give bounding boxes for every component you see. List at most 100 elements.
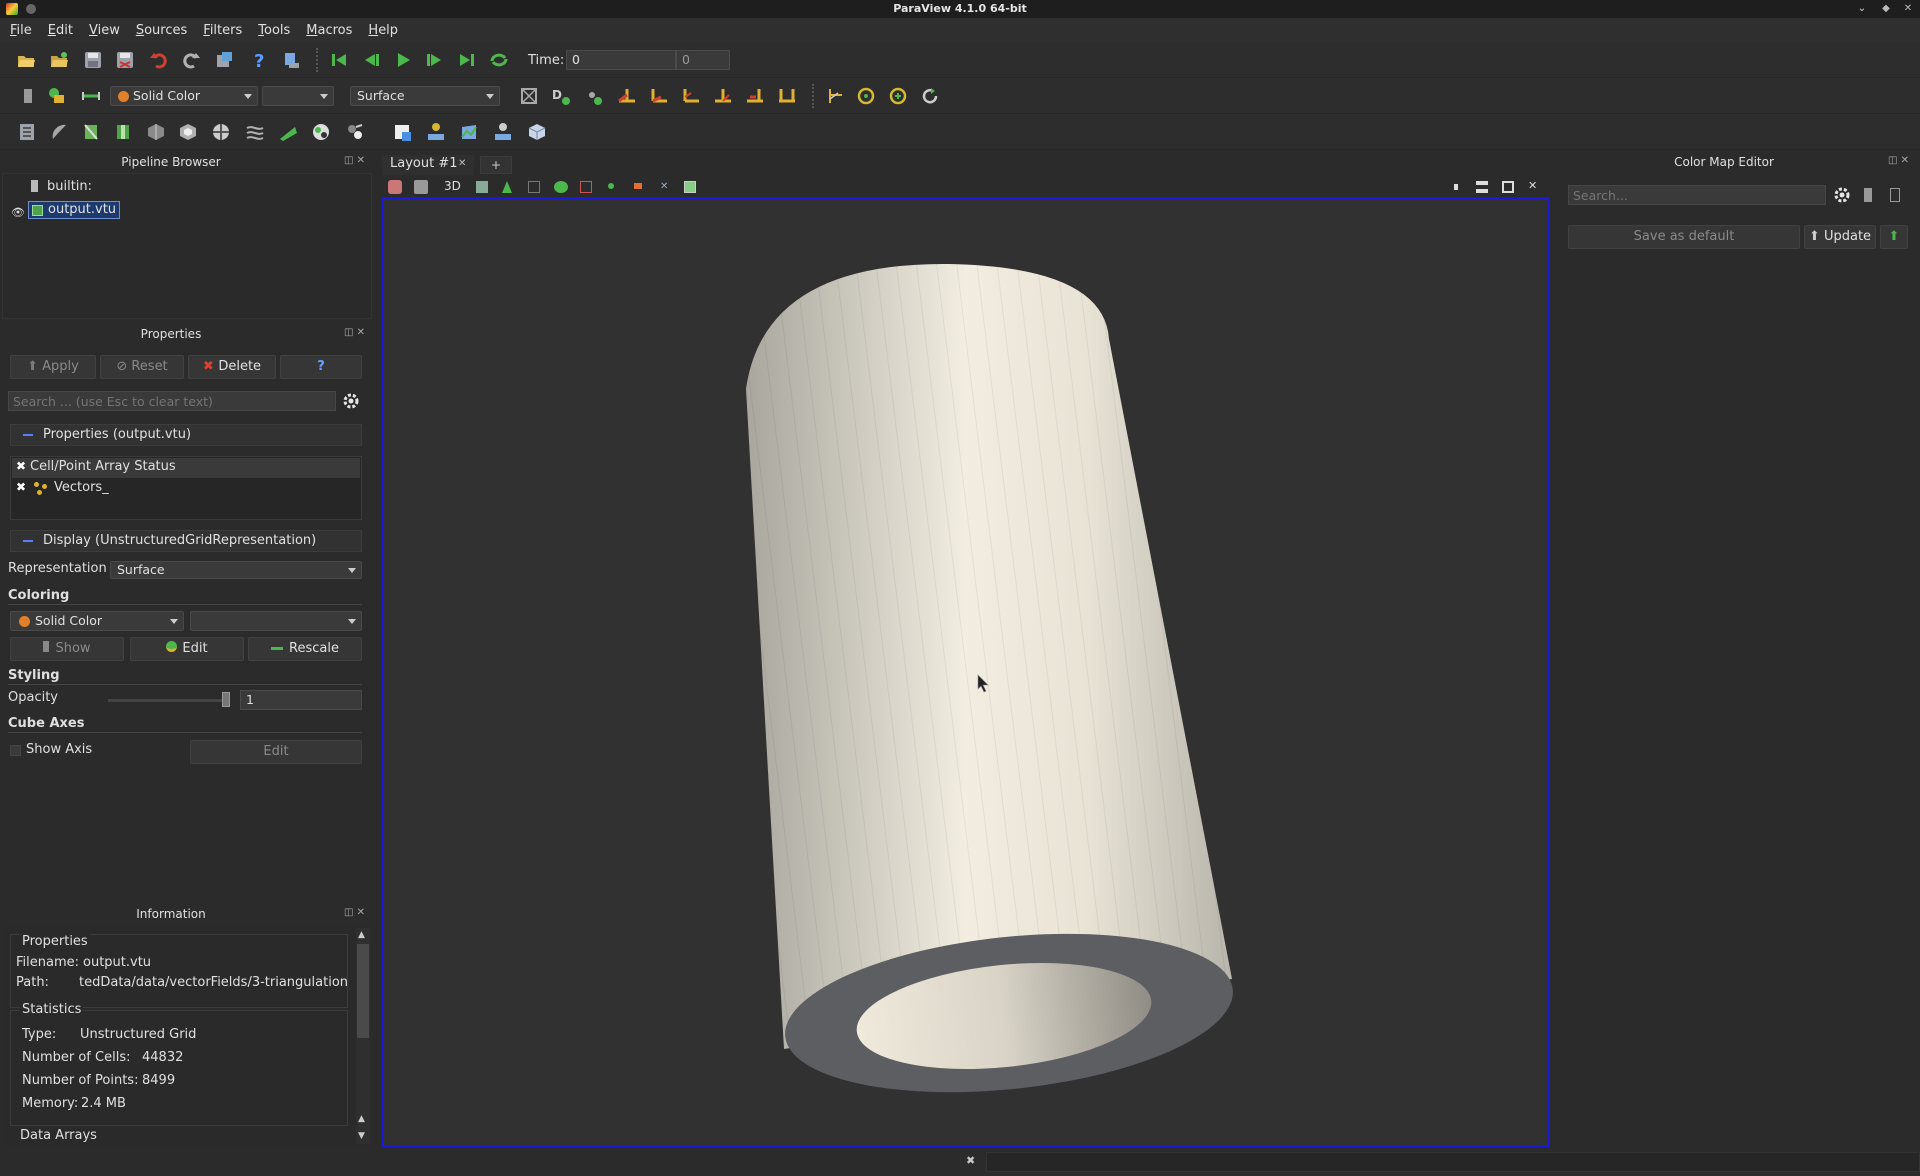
menu-filters[interactable]: Filters	[203, 23, 242, 38]
window-menu-icon[interactable]	[26, 4, 36, 14]
select-frustum-icon[interactable]	[580, 181, 592, 193]
zoom-to-data-icon[interactable]: D	[550, 85, 572, 107]
rescale-button[interactable]: Rescale	[248, 637, 362, 661]
plot-histogram-icon[interactable]	[526, 121, 548, 143]
pipeline-dock-buttons[interactable]: ◫ ✕	[344, 155, 365, 166]
opacity-input[interactable]: 1	[240, 690, 362, 710]
camera-undo-icon[interactable]	[476, 181, 488, 193]
add-layout-tab-button[interactable]: +	[480, 156, 512, 174]
save-state-icon[interactable]	[114, 49, 136, 71]
last-frame-icon[interactable]	[456, 49, 478, 71]
layout-tab[interactable]: Layout #1 ✕	[382, 155, 474, 175]
gear-icon[interactable]	[341, 391, 361, 411]
camera-redo-icon[interactable]	[502, 181, 512, 193]
pipeline-root[interactable]: builtin:	[47, 179, 92, 194]
coloring-combo[interactable]: Solid Color	[110, 86, 258, 106]
apply-button[interactable]: ⬆ Apply	[10, 355, 96, 379]
reset-range-icon[interactable]	[80, 85, 102, 107]
save-data-icon[interactable]	[82, 49, 104, 71]
scroll-down-icon[interactable]: ▲	[358, 1114, 365, 1124]
clear-selection-icon[interactable]: ✕	[660, 181, 668, 192]
redo-icon[interactable]	[180, 49, 202, 71]
contour-icon[interactable]	[48, 121, 70, 143]
close-icon[interactable]: ✕	[1902, 3, 1914, 15]
toolbar-grip[interactable]	[812, 84, 816, 108]
eye-visibility-icon[interactable]: 👁	[11, 206, 25, 219]
coloring-select[interactable]: Solid Color	[10, 611, 184, 631]
view-plus-x-icon[interactable]	[616, 85, 638, 107]
close-tab-icon[interactable]: ✕	[458, 158, 466, 169]
previous-frame-icon[interactable]	[360, 49, 382, 71]
update-button[interactable]: ⬆ Update	[1804, 225, 1876, 249]
minimize-icon[interactable]: ⌄	[1856, 3, 1868, 15]
delete-button[interactable]: ✖ Delete	[188, 355, 276, 379]
connect-icon[interactable]	[214, 49, 236, 71]
menu-tools[interactable]: Tools	[258, 23, 290, 38]
play-icon[interactable]	[392, 49, 414, 71]
view-minus-x-icon[interactable]	[648, 85, 670, 107]
close-view-icon[interactable]: ✕	[1528, 179, 1537, 192]
section-properties-header[interactable]: Properties (output.vtu)	[10, 424, 362, 446]
threshold-icon[interactable]	[145, 121, 167, 143]
component-combo[interactable]	[262, 86, 334, 106]
capture-icon[interactable]	[388, 180, 402, 194]
reset-button[interactable]: ⊘ Reset	[100, 355, 184, 379]
view-minus-z-icon[interactable]	[776, 85, 798, 107]
open-recent-icon[interactable]	[48, 49, 70, 71]
show-axis-checkbox[interactable]	[10, 745, 21, 756]
camera-link-icon[interactable]	[414, 180, 428, 194]
representation-combo[interactable]: Surface	[350, 86, 500, 106]
opacity-slider-track[interactable]	[108, 699, 228, 702]
pipeline-item-output[interactable]: output.vtu	[28, 201, 120, 219]
view-minus-y-icon[interactable]	[712, 85, 734, 107]
interaction-mode-icon[interactable]	[584, 85, 606, 107]
color-map-dock-buttons[interactable]: ◫ ✕	[1888, 155, 1909, 166]
properties-dock-buttons[interactable]: ◫ ✕	[344, 327, 365, 338]
menu-file[interactable]: File	[10, 23, 32, 38]
color-map-editor-icon[interactable]	[46, 85, 68, 107]
scroll-down-icon[interactable]: ▼	[358, 1131, 365, 1141]
select-points-icon[interactable]	[554, 181, 568, 193]
view-plus-z-icon[interactable]	[744, 85, 766, 107]
edit-colormap-button[interactable]: Edit	[130, 637, 244, 661]
properties-help-button[interactable]: ?	[280, 355, 362, 379]
first-frame-icon[interactable]	[328, 49, 350, 71]
find-data-icon[interactable]	[392, 121, 414, 143]
representation-select[interactable]: Surface	[110, 561, 362, 579]
extract-subset-icon[interactable]	[177, 121, 199, 143]
information-dock-buttons[interactable]: ◫ ✕	[344, 907, 365, 918]
toggle-visibility-icon[interactable]	[18, 85, 40, 107]
select-block-icon[interactable]	[608, 183, 614, 189]
maximize-icon[interactable]: ◆	[1880, 3, 1892, 15]
calculator-icon[interactable]	[16, 121, 38, 143]
time-step-spinbox[interactable]: 0	[676, 50, 730, 70]
rotate-icon[interactable]	[919, 85, 941, 107]
array-status-header[interactable]: ✖ Cell/Point Array Status	[12, 458, 360, 478]
slice-icon[interactable]	[112, 121, 134, 143]
menu-help[interactable]: Help	[368, 23, 398, 38]
menu-sources[interactable]: Sources	[136, 23, 187, 38]
warp-by-vector-icon[interactable]	[277, 121, 299, 143]
properties-search-input[interactable]	[8, 391, 336, 411]
plot-over-line-icon[interactable]	[425, 121, 447, 143]
reset-camera-icon[interactable]	[518, 85, 540, 107]
next-frame-icon[interactable]	[424, 49, 446, 71]
group-datasets-icon[interactable]	[310, 121, 332, 143]
toolbar-grip[interactable]	[316, 48, 320, 72]
auto-update-button[interactable]: ⬆	[1880, 225, 1908, 249]
scrollbar-thumb[interactable]	[357, 944, 369, 1038]
cube-axes-edit-button[interactable]: Edit	[190, 740, 362, 764]
split-vertical-icon[interactable]	[1476, 181, 1488, 193]
menu-edit[interactable]: Edit	[48, 23, 73, 38]
maximize-view-icon[interactable]	[1502, 181, 1514, 193]
coloring-component-select[interactable]	[190, 611, 362, 631]
scroll-up-icon[interactable]: ▲	[358, 930, 365, 940]
restore-defaults-icon[interactable]	[1864, 188, 1872, 202]
interactive-select-icon[interactable]	[634, 183, 642, 189]
menu-view[interactable]: View	[89, 23, 120, 38]
help-icon[interactable]: ?	[248, 49, 270, 71]
stream-tracer-icon[interactable]	[244, 121, 266, 143]
open-file-icon[interactable]	[15, 49, 37, 71]
show-colorbar-button[interactable]: Show	[10, 637, 124, 661]
plot-selection-icon[interactable]	[458, 121, 480, 143]
